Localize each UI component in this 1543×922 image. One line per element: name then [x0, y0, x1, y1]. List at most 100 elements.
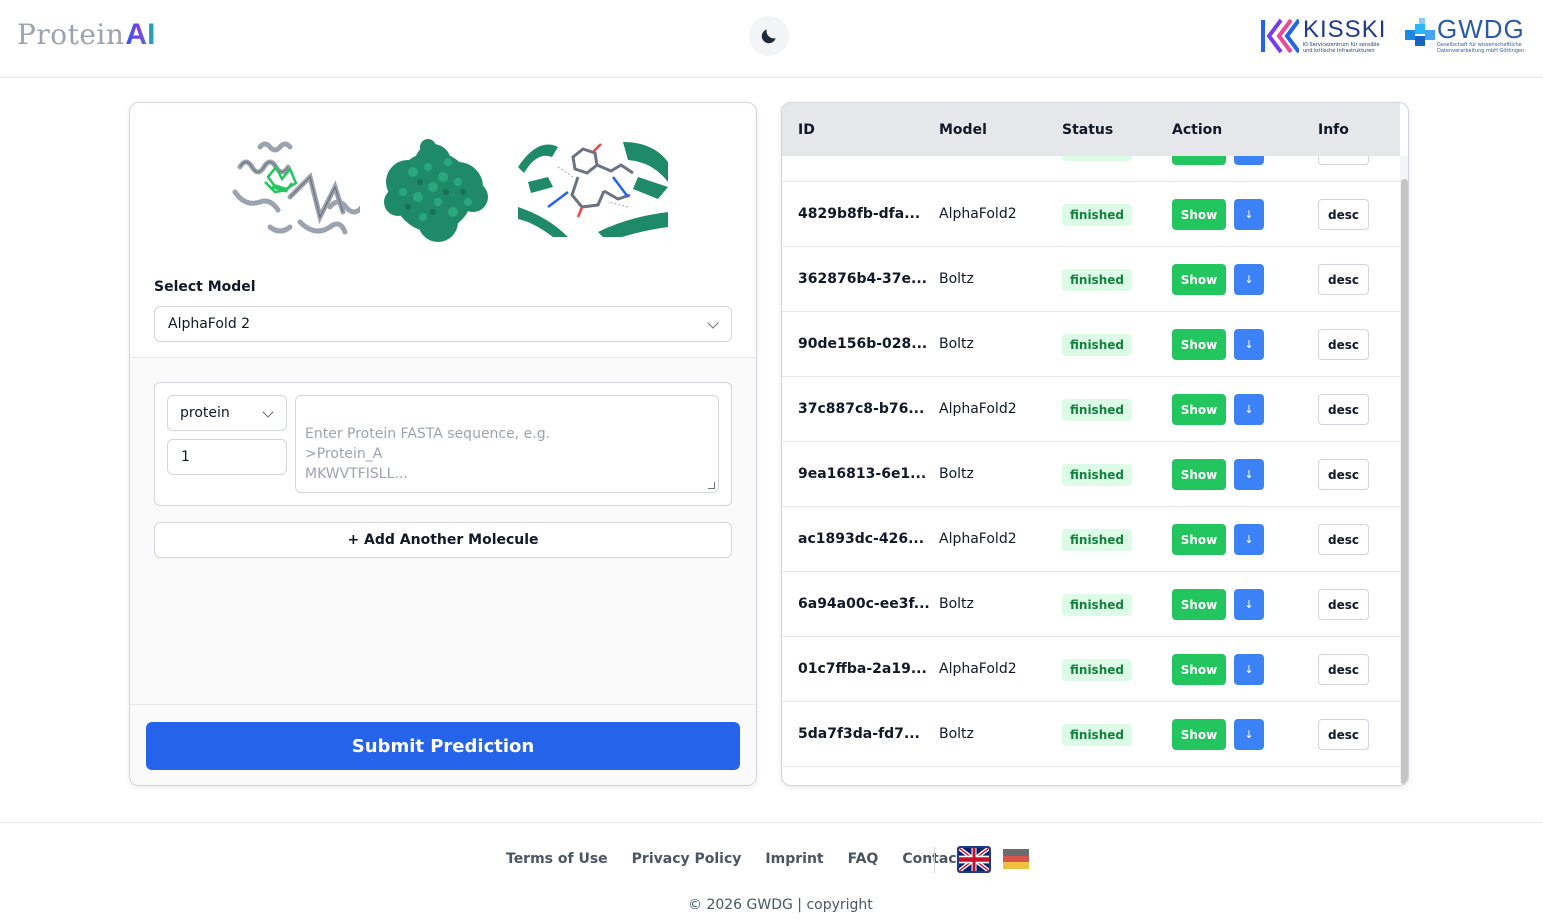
show-button[interactable]: Show — [1172, 329, 1226, 360]
prediction-form-panel: Select Model AlphaFold 2 protein 1 Enter… — [129, 102, 757, 786]
job-model: Boltz — [939, 271, 974, 287]
download-arrow-icon: ↓ — [1244, 403, 1254, 416]
download-button[interactable]: ↓ — [1234, 459, 1264, 490]
footer-link-imprint[interactable]: Imprint — [765, 851, 823, 867]
theme-toggle-button[interactable] — [749, 16, 789, 56]
language-de-button[interactable] — [1003, 849, 1029, 869]
kisski-mark-icon — [1261, 18, 1299, 54]
sequence-textarea[interactable]: Enter Protein FASTA sequence, e.g. >Prot… — [295, 395, 719, 493]
chevron-down-icon — [262, 406, 274, 418]
desc-button[interactable]: desc — [1318, 654, 1369, 685]
job-model: Boltz — [939, 466, 974, 482]
column-header-action: Action — [1172, 122, 1223, 138]
job-id: 4829b8fb-dfa... — [798, 206, 921, 222]
download-arrow-icon: ↓ — [1244, 728, 1254, 741]
download-button[interactable]: ↓ — [1234, 719, 1264, 750]
sequence-placeholder: Enter Protein FASTA sequence, e.g. >Prot… — [305, 426, 551, 482]
show-button[interactable]: Show — [1172, 459, 1226, 490]
show-button[interactable]: Show — [1172, 394, 1226, 425]
job-model: AlphaFold2 — [939, 206, 1017, 222]
footer-link-terms[interactable]: Terms of Use — [506, 851, 608, 867]
status-badge: finished — [1062, 594, 1132, 616]
download-arrow-icon: ↓ — [1244, 598, 1254, 611]
download-button[interactable]: ↓ — [1234, 589, 1264, 620]
footer-link-privacy[interactable]: Privacy Policy — [632, 851, 742, 867]
show-button[interactable]: Show — [1172, 524, 1226, 555]
footer: Terms of Use Privacy Policy Imprint FAQ … — [0, 822, 1543, 922]
desc-button[interactable]: desc — [1318, 329, 1369, 360]
job-model: Boltz — [939, 726, 974, 742]
column-header-model: Model — [939, 122, 987, 138]
job-id: ac1893dc-426... — [798, 531, 925, 547]
job-id: 6a94a00c-ee3f... — [798, 596, 930, 612]
desc-button[interactable]: desc — [1318, 264, 1369, 295]
job-id: 362876b4-37e... — [798, 271, 927, 287]
table-row: 6a94a00c-ee3f... Boltz finished Show ↓ desc — [782, 572, 1400, 637]
show-button[interactable]: Show — [1172, 264, 1226, 295]
model-selection-section: Select Model AlphaFold 2 — [130, 103, 756, 358]
table-row: 90de156b-028... Boltz finished Show ↓ desc — [782, 312, 1400, 377]
download-button[interactable]: ↓ — [1234, 524, 1264, 555]
download-button[interactable]: ↓ — [1234, 329, 1264, 360]
add-molecule-button[interactable]: + Add Another Molecule — [154, 522, 732, 558]
jobs-table-body[interactable]: aab1b594-0d6...AlphaFold2finishedShow↓de… — [782, 103, 1400, 785]
desc-button[interactable]: desc — [1318, 459, 1369, 490]
copies-input[interactable]: 1 — [167, 439, 287, 475]
footer-separator — [934, 847, 935, 873]
download-button[interactable]: ↓ — [1234, 654, 1264, 685]
protein-surface-image — [384, 139, 488, 242]
desc-button[interactable]: desc — [1318, 719, 1369, 750]
show-button[interactable]: Show — [1172, 589, 1226, 620]
job-id: 01c7ffba-2a19... — [798, 661, 927, 677]
status-badge: finished — [1062, 204, 1132, 226]
desc-button[interactable]: desc — [1318, 394, 1369, 425]
show-button[interactable]: Show — [1172, 199, 1226, 230]
download-arrow-icon: ↓ — [1244, 663, 1254, 676]
resize-handle-icon[interactable] — [708, 482, 715, 489]
model-select[interactable]: AlphaFold 2 — [154, 306, 732, 342]
select-model-label: Select Model — [154, 279, 256, 295]
table-row: ac1893dc-426... AlphaFold2 finished Show ↓ de… — [782, 507, 1400, 572]
logo-protein-text: Protein — [17, 18, 125, 51]
molecule-type-value: protein — [180, 405, 230, 421]
job-id: 9ea16813-6e1... — [798, 466, 927, 482]
gwdg-mark-icon — [1405, 18, 1435, 46]
molecule-type-select[interactable]: protein — [167, 395, 287, 431]
submit-prediction-button[interactable]: Submit Prediction — [146, 722, 740, 770]
table-row: 01c7ffba-2a19... AlphaFold2 finished Show ↓ d… — [782, 637, 1400, 702]
show-button[interactable]: Show — [1172, 719, 1226, 750]
download-button[interactable]: ↓ — [1234, 394, 1264, 425]
language-en-button[interactable] — [957, 846, 991, 873]
jobs-table-header: ID Model Status Action Info — [782, 103, 1400, 156]
table-row: 362876b4-37e... Boltz finished Show ↓ desc — [782, 247, 1400, 312]
copies-value: 1 — [181, 449, 190, 465]
binding-site-image — [518, 142, 668, 237]
scrollbar-thumb[interactable] — [1401, 179, 1408, 785]
gwdg-logo[interactable]: GWDG Gesellschaft für wissenschaftliche … — [1405, 14, 1525, 56]
kisski-logo[interactable]: KISSKI KI-Servicezentrum für sensible un… — [1261, 16, 1386, 56]
submit-section: Submit Prediction — [130, 704, 756, 785]
download-button[interactable]: ↓ — [1234, 264, 1264, 295]
protein-ai-logo[interactable]: Protein AI — [17, 17, 155, 53]
status-badge: finished — [1062, 334, 1132, 356]
status-badge: finished — [1062, 399, 1132, 421]
download-button[interactable]: ↓ — [1234, 199, 1264, 230]
status-badge: finished — [1062, 724, 1132, 746]
download-arrow-icon: ↓ — [1244, 468, 1254, 481]
column-header-id: ID — [798, 122, 815, 138]
copyright-text: © 2026 GWDG | copyright — [688, 897, 873, 913]
show-button[interactable]: Show — [1172, 654, 1226, 685]
desc-button[interactable]: desc — [1318, 524, 1369, 555]
table-row: 37c887c8-b76... AlphaFold2 finished Show ↓ de… — [782, 377, 1400, 442]
job-model: Boltz — [939, 336, 974, 352]
desc-button[interactable]: desc — [1318, 589, 1369, 620]
job-id: 90de156b-028... — [798, 336, 928, 352]
jobs-table-panel: aab1b594-0d6...AlphaFold2finishedShow↓de… — [781, 102, 1409, 786]
footer-link-faq[interactable]: FAQ — [848, 851, 879, 867]
moon-icon — [761, 29, 776, 44]
gwdg-name: GWDG — [1437, 14, 1525, 44]
status-badge: finished — [1062, 269, 1132, 291]
footer-link-contact[interactable]: Contact — [902, 851, 963, 867]
desc-button[interactable]: desc — [1318, 199, 1369, 230]
protein-ribbon-image — [232, 141, 360, 235]
